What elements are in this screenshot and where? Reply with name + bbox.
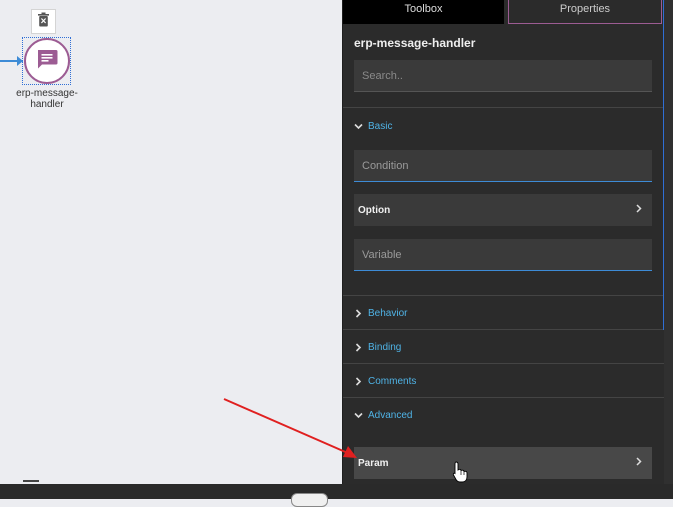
panel-title: erp-message-handler [354, 36, 476, 50]
chevron-right-icon [635, 204, 642, 216]
panel-scroll-edge [664, 0, 673, 484]
chevron-right-icon [354, 308, 368, 318]
param-row[interactable]: Param [354, 447, 652, 479]
section-binding-label: Binding [368, 341, 402, 353]
param-label: Param [358, 457, 389, 469]
section-advanced[interactable]: Advanced [354, 407, 412, 423]
option-row[interactable]: Option [354, 194, 652, 226]
panel-scroll-indicator [663, 0, 664, 330]
workflow-canvas[interactable]: erp-message-handler [0, 0, 342, 484]
divider [343, 107, 665, 108]
section-basic-label: Basic [368, 120, 393, 132]
divider [343, 363, 665, 364]
bottom-bar [0, 484, 673, 499]
tab-toolbox[interactable]: Toolbox [343, 0, 504, 24]
divider [343, 295, 665, 296]
section-comments[interactable]: Comments [354, 373, 416, 389]
divider [343, 329, 665, 330]
node-label: erp-message-handler [16, 88, 78, 110]
chevron-right-icon [354, 376, 368, 386]
message-icon [35, 47, 59, 76]
trash-icon [37, 12, 50, 32]
variable-field[interactable]: Variable [354, 239, 652, 271]
variable-placeholder: Variable [362, 249, 402, 261]
toggle-switch[interactable] [291, 493, 328, 507]
chevron-right-icon [635, 457, 642, 469]
properties-panel: Toolbox Properties erp-message-handler B… [342, 0, 665, 484]
panel-tabs: Toolbox Properties [343, 0, 665, 24]
section-binding[interactable]: Binding [354, 339, 401, 355]
section-behavior-label: Behavior [368, 307, 408, 319]
option-label: Option [358, 204, 391, 216]
chevron-down-icon [354, 122, 368, 131]
chevron-right-icon [354, 342, 368, 352]
divider [343, 397, 665, 398]
chevron-down-icon [354, 411, 368, 420]
search-input[interactable] [354, 60, 652, 92]
condition-field[interactable]: Condition [354, 150, 652, 182]
section-advanced-label: Advanced [368, 409, 413, 421]
canvas-handle [23, 480, 39, 482]
tab-properties[interactable]: Properties [508, 0, 662, 24]
erp-message-handler-node[interactable] [24, 38, 70, 84]
delete-node-button[interactable] [31, 9, 56, 34]
section-comments-label: Comments [368, 375, 417, 387]
section-basic[interactable]: Basic [354, 118, 392, 134]
section-behavior[interactable]: Behavior [354, 305, 407, 321]
condition-placeholder: Condition [362, 160, 409, 172]
